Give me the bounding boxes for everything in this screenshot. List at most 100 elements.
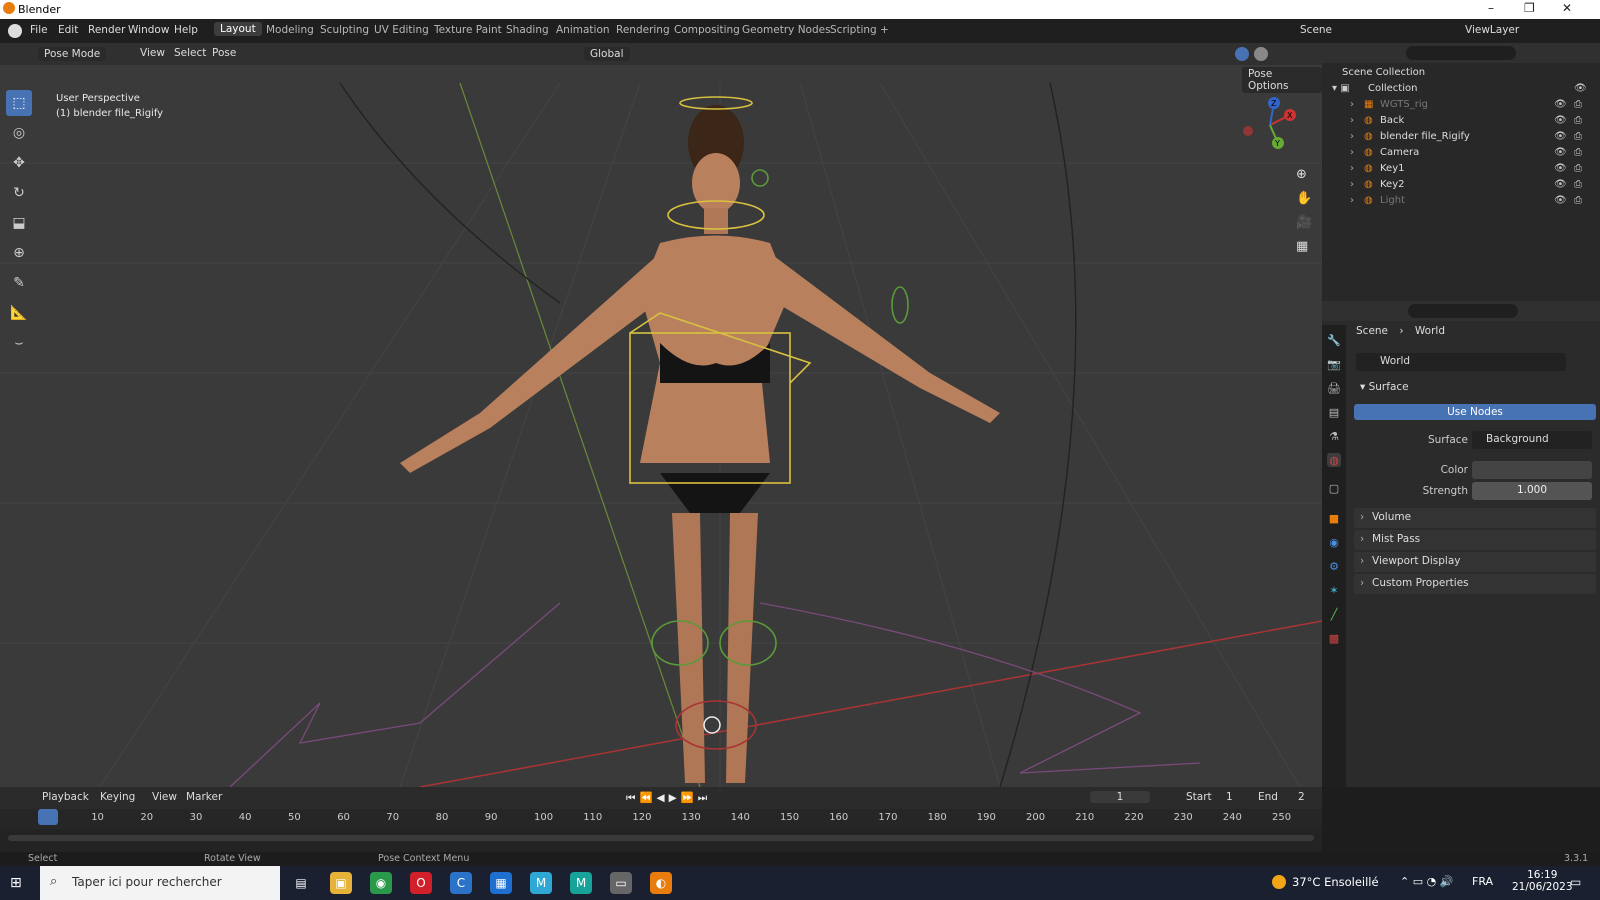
view-layer-tab-icon[interactable]: ▤: [1327, 405, 1341, 419]
close-button[interactable]: ✕: [1562, 1, 1572, 15]
expand-chevron-icon[interactable]: ›: [1350, 163, 1354, 174]
timeline-scrollbar[interactable]: [8, 835, 1314, 841]
world-datablock-field[interactable]: World: [1356, 353, 1566, 371]
timeline-menu-view[interactable]: View: [152, 791, 177, 803]
task-view-icon[interactable]: ▤: [290, 872, 312, 894]
render-camera-icon[interactable]: ⎙: [1574, 195, 1582, 206]
ortho-toggle-icon[interactable]: ▦: [1296, 235, 1312, 259]
restore-button[interactable]: ❐: [1524, 1, 1535, 15]
timeline-ruler[interactable]: 1102030405060708090100110120130140150160…: [0, 809, 1322, 829]
outliner-row-key1[interactable]: › ◍ Key1 👁 ⎙: [1322, 161, 1600, 177]
timeline-menu-playback[interactable]: Playback: [42, 791, 89, 803]
menu-window[interactable]: Window: [128, 24, 169, 36]
output-tab-icon[interactable]: 🖨: [1327, 381, 1341, 395]
tab-uv-editing[interactable]: UV Editing: [374, 24, 429, 36]
menu-help[interactable]: Help: [174, 24, 198, 36]
timeline-menu-keying[interactable]: Keying: [100, 791, 135, 803]
pan-hand-icon[interactable]: ✋: [1296, 187, 1312, 211]
constraints-tab-icon[interactable]: ⚙: [1327, 559, 1341, 573]
expand-chevron-icon[interactable]: ›: [1350, 115, 1354, 126]
surface-shader-field[interactable]: Background: [1472, 431, 1592, 449]
pose-relax-icon[interactable]: ⌣: [6, 330, 32, 356]
transform-icon[interactable]: ⊕: [6, 240, 32, 266]
tab-rendering[interactable]: Rendering: [616, 24, 670, 36]
outliner-row-back[interactable]: › ◍ Back 👁 ⎙: [1322, 113, 1600, 129]
3d-viewport[interactable]: Pose Mode View Select Pose Global Pose O…: [0, 43, 1322, 787]
select-box-icon[interactable]: ⬚: [6, 90, 32, 116]
outliner-search-input[interactable]: [1406, 46, 1516, 60]
opera-icon[interactable]: O: [410, 872, 432, 894]
blender-menu-icon[interactable]: [8, 24, 22, 38]
app-m-icon[interactable]: M: [530, 872, 552, 894]
section-mist-pass[interactable]: › Mist Pass: [1354, 530, 1596, 550]
section-volume[interactable]: › Volume: [1354, 508, 1596, 528]
collection-tab-icon[interactable]: ▢: [1327, 481, 1341, 495]
visibility-eye-icon[interactable]: 👁: [1554, 147, 1567, 158]
rotate-icon[interactable]: ↻: [6, 180, 32, 206]
weather-label[interactable]: 37°C Ensoleillé: [1292, 875, 1379, 889]
object-tab-icon[interactable]: ■: [1327, 511, 1341, 525]
viewport-shading-solid-icon[interactable]: [1235, 47, 1249, 61]
blender-taskbar-icon[interactable]: ◐: [650, 872, 672, 894]
windows-start-icon[interactable]: ⊞: [10, 875, 22, 891]
visibility-eye-icon[interactable]: 👁: [1554, 115, 1567, 126]
chrome-icon[interactable]: ◉: [370, 872, 392, 894]
app-window-icon[interactable]: ▭: [610, 872, 632, 894]
visibility-eye-icon[interactable]: 👁: [1554, 131, 1567, 142]
section-custom-properties[interactable]: › Custom Properties: [1354, 574, 1596, 594]
data-tab-icon[interactable]: ✶: [1327, 583, 1341, 597]
render-camera-icon[interactable]: ⎙: [1574, 115, 1582, 126]
surface-panel-header[interactable]: ▾ Surface: [1360, 381, 1409, 393]
strength-slider[interactable]: 1.000: [1472, 482, 1592, 500]
annotate-icon[interactable]: ✎: [6, 270, 32, 296]
current-frame-field[interactable]: 1: [1090, 791, 1150, 803]
modifier-tab-icon[interactable]: ◉: [1327, 535, 1341, 549]
visibility-eye-icon[interactable]: 👁: [1554, 195, 1567, 206]
menu-edit[interactable]: Edit: [58, 24, 78, 36]
store-icon[interactable]: ▦: [490, 872, 512, 894]
outliner-row-key2[interactable]: › ◍ Key2 👁 ⎙: [1322, 177, 1600, 193]
tool-tab-icon[interactable]: 🔧: [1327, 333, 1341, 347]
app-m2-icon[interactable]: M: [570, 872, 592, 894]
move-icon[interactable]: ✥: [6, 150, 32, 176]
tab-sculpting[interactable]: Sculpting: [320, 24, 369, 36]
timeline-menu-marker[interactable]: Marker: [186, 791, 222, 803]
navigation-gizmo[interactable]: X Y Z: [1240, 95, 1300, 155]
playback-controls[interactable]: ⏮⏪◀▶⏩⏭: [626, 791, 711, 805]
visibility-eye-icon[interactable]: 👁: [1554, 163, 1567, 174]
mode-dropdown[interactable]: Pose Mode: [38, 47, 107, 61]
expand-chevron-icon[interactable]: ›: [1350, 99, 1354, 110]
end-frame-field[interactable]: 2: [1298, 791, 1305, 803]
measure-icon[interactable]: 📐: [6, 300, 32, 326]
render-camera-icon[interactable]: ⎙: [1574, 163, 1582, 174]
outliner-row-wgts-rig[interactable]: › ▦ WGTS_rig 👁 ⎙: [1322, 97, 1600, 113]
outliner-row-light[interactable]: › ◍ Light 👁 ⎙: [1322, 193, 1600, 209]
render-camera-icon[interactable]: ⎙: [1574, 99, 1582, 110]
language-indicator[interactable]: FRA: [1472, 875, 1493, 888]
expand-chevron-icon[interactable]: ›: [1350, 131, 1354, 142]
render-camera-icon[interactable]: ⎙: [1574, 179, 1582, 190]
tab-layout[interactable]: Layout: [214, 22, 262, 36]
tab-scripting[interactable]: Scripting: [830, 24, 877, 36]
expand-chevron-icon[interactable]: ›: [1350, 179, 1354, 190]
pose-options-dropdown[interactable]: Pose Options: [1242, 67, 1322, 93]
notification-icon[interactable]: ▭: [1570, 875, 1581, 889]
outliner-row-collection[interactable]: ▾ ▣ Collection 👁: [1322, 81, 1600, 97]
world-color-swatch[interactable]: [1472, 461, 1592, 479]
viewport-menu-select[interactable]: Select: [174, 47, 206, 59]
clock[interactable]: 16:19 21/06/2023: [1512, 869, 1573, 893]
outliner-row-scene-collection[interactable]: Scene Collection: [1322, 65, 1600, 81]
texture-tab-icon[interactable]: ▩: [1327, 631, 1341, 645]
render-camera-icon[interactable]: ⎙: [1574, 131, 1582, 142]
visibility-eye-icon[interactable]: 👁: [1554, 99, 1567, 110]
orientation-dropdown[interactable]: Global: [584, 47, 630, 61]
tab-texture-paint[interactable]: Texture Paint: [434, 24, 502, 36]
render-camera-icon[interactable]: ⎙: [1574, 147, 1582, 158]
taskbar-search[interactable]: ⌕ Taper ici pour rechercher: [40, 866, 280, 900]
zoom-icon[interactable]: ⊕: [1296, 163, 1312, 187]
scene-selector[interactable]: Scene: [1300, 24, 1332, 36]
menu-file[interactable]: File: [30, 24, 48, 36]
cursor-icon[interactable]: ◎: [6, 120, 32, 146]
world-tab-icon[interactable]: ◍: [1327, 453, 1341, 467]
viewport-menu-view[interactable]: View: [140, 47, 165, 59]
